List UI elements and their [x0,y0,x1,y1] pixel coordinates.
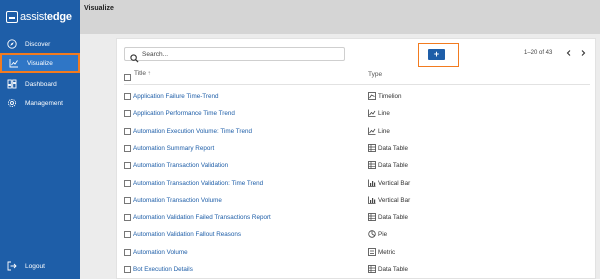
row-checkbox[interactable] [124,144,131,152]
sidebar-item-label: Dashboard [25,80,57,88]
visualization-title-link[interactable]: Automation Transaction Volume [133,197,222,204]
sidebar-item-label: Discover [25,40,51,48]
visualization-title-link[interactable]: Automation Transaction Validation [133,162,228,169]
table-row: Application Failure Time-Trend Timelion [124,90,590,104]
table-row: Bot Execution Details Data Table [124,263,590,277]
visualization-type: Vertical Bar [378,179,411,187]
table-icon [368,143,376,152]
visualization-title-link[interactable]: Automation Summary Report [133,145,214,152]
pagination-count: 1–20 of 43 [524,50,553,56]
row-checkbox[interactable] [124,127,131,135]
gear-icon [6,97,18,109]
visualization-type: Vertical Bar [378,196,411,204]
visualization-title-link[interactable]: Automation Transaction Validation: Time … [133,180,263,187]
next-page-button[interactable] [577,47,589,59]
search-box[interactable] [124,47,345,63]
visualization-title-link[interactable]: Automation Volume [133,249,188,256]
visualization-type: Data Table [378,214,408,222]
table-row: Application Performance Time Trend Line [124,107,590,121]
column-header-type: Type [368,71,383,78]
dashboard-icon [6,78,18,90]
visualization-type: Data Table [378,162,408,170]
line-chart-icon [368,109,376,118]
search-icon [130,50,139,63]
row-checkbox[interactable] [124,231,131,239]
logout-label: Logout [25,262,45,270]
table-row: Automation Transaction Validation: Time … [124,177,590,191]
visualization-title-link[interactable]: Automation Validation Fallout Reasons [133,231,241,238]
header-divider [124,84,590,85]
page-title: Visualize [84,5,114,12]
chevron-left-icon [566,50,571,56]
table-icon [368,265,376,273]
timelion-icon [368,92,376,100]
sidebar-item-dashboard[interactable]: Dashboard [0,74,80,94]
table-row: Automation Validation Failed Transaction… [124,211,590,225]
row-checkbox[interactable] [124,214,131,222]
visualization-title-link[interactable]: Application Performance Time Trend [133,110,235,117]
visualization-type: Pie [378,231,388,239]
visualization-type: Line [378,127,390,135]
sidebar: assistedge Discover Visualize Dashboard … [0,0,80,279]
visualization-type: Data Table [378,266,408,273]
previous-page-button[interactable] [563,47,575,59]
sort-icon: ⇡ [147,71,152,77]
row-checkbox[interactable] [124,248,131,256]
visualization-type: Metric [378,248,396,256]
app-logo[interactable]: assistedge [6,9,72,25]
row-checkbox[interactable] [124,266,131,273]
visualization-type: Timelion [378,93,402,100]
select-all-checkbox[interactable] [124,74,131,81]
visualization-list-panel: + 1–20 of 43 Title⇡ Type Application Fai… [116,38,596,279]
table-icon [368,161,376,170]
bar-chart-icon [368,196,376,204]
row-checkbox[interactable] [124,196,131,204]
line-chart-icon [368,127,376,135]
visualization-title-link[interactable]: Automation Validation Failed Transaction… [133,214,271,221]
table-row: Automation Transaction Volume Vertical Ba… [124,194,590,208]
logout-icon [6,260,18,272]
visualization-title-link[interactable]: Automation Execution Volume: Time Trend [133,128,252,135]
logo-text: assistedge [20,11,72,23]
table-row: Automation Execution Volume: Time Trend L… [124,125,590,139]
visualization-type: Line [378,110,390,118]
add-visualization-button[interactable]: + [428,49,445,60]
chevron-right-icon [581,50,586,56]
column-header-title[interactable]: Title⇡ [134,70,151,77]
metric-icon [368,247,376,256]
compass-icon [6,38,18,50]
sidebar-item-visualize[interactable]: Visualize [0,53,80,73]
table-row: Automation Summary Report Data Table [124,142,590,156]
table-row: Automation Volume Metric [124,246,590,260]
row-checkbox[interactable] [124,93,131,100]
logout-button[interactable]: Logout [0,256,80,276]
table-icon [368,213,376,221]
sidebar-item-management[interactable]: Management [0,93,80,113]
row-checkbox[interactable] [124,110,131,118]
visualization-title-link[interactable]: Bot Execution Details [133,266,193,273]
add-visualization-highlight: + [418,43,459,67]
table-header: Title⇡ Type [124,70,590,84]
table-row: Automation Validation Fallout Reasons Pie [124,228,590,242]
pie-chart-icon [368,230,376,239]
table-row: Automation Transaction Validation Data Ta… [124,159,590,173]
chart-icon [8,57,20,69]
visualization-title-link[interactable]: Application Failure Time-Trend [133,93,219,100]
row-checkbox[interactable] [124,162,131,170]
sidebar-item-discover[interactable]: Discover [0,34,80,54]
visualization-type: Data Table [378,144,408,152]
sidebar-item-label: Management [25,99,63,107]
sidebar-item-label: Visualize [27,59,53,67]
search-input[interactable] [142,50,332,58]
bar-chart-icon [368,179,376,187]
logo-mark-icon [6,11,18,23]
page-header: Visualize [80,0,600,34]
row-checkbox[interactable] [124,179,131,187]
